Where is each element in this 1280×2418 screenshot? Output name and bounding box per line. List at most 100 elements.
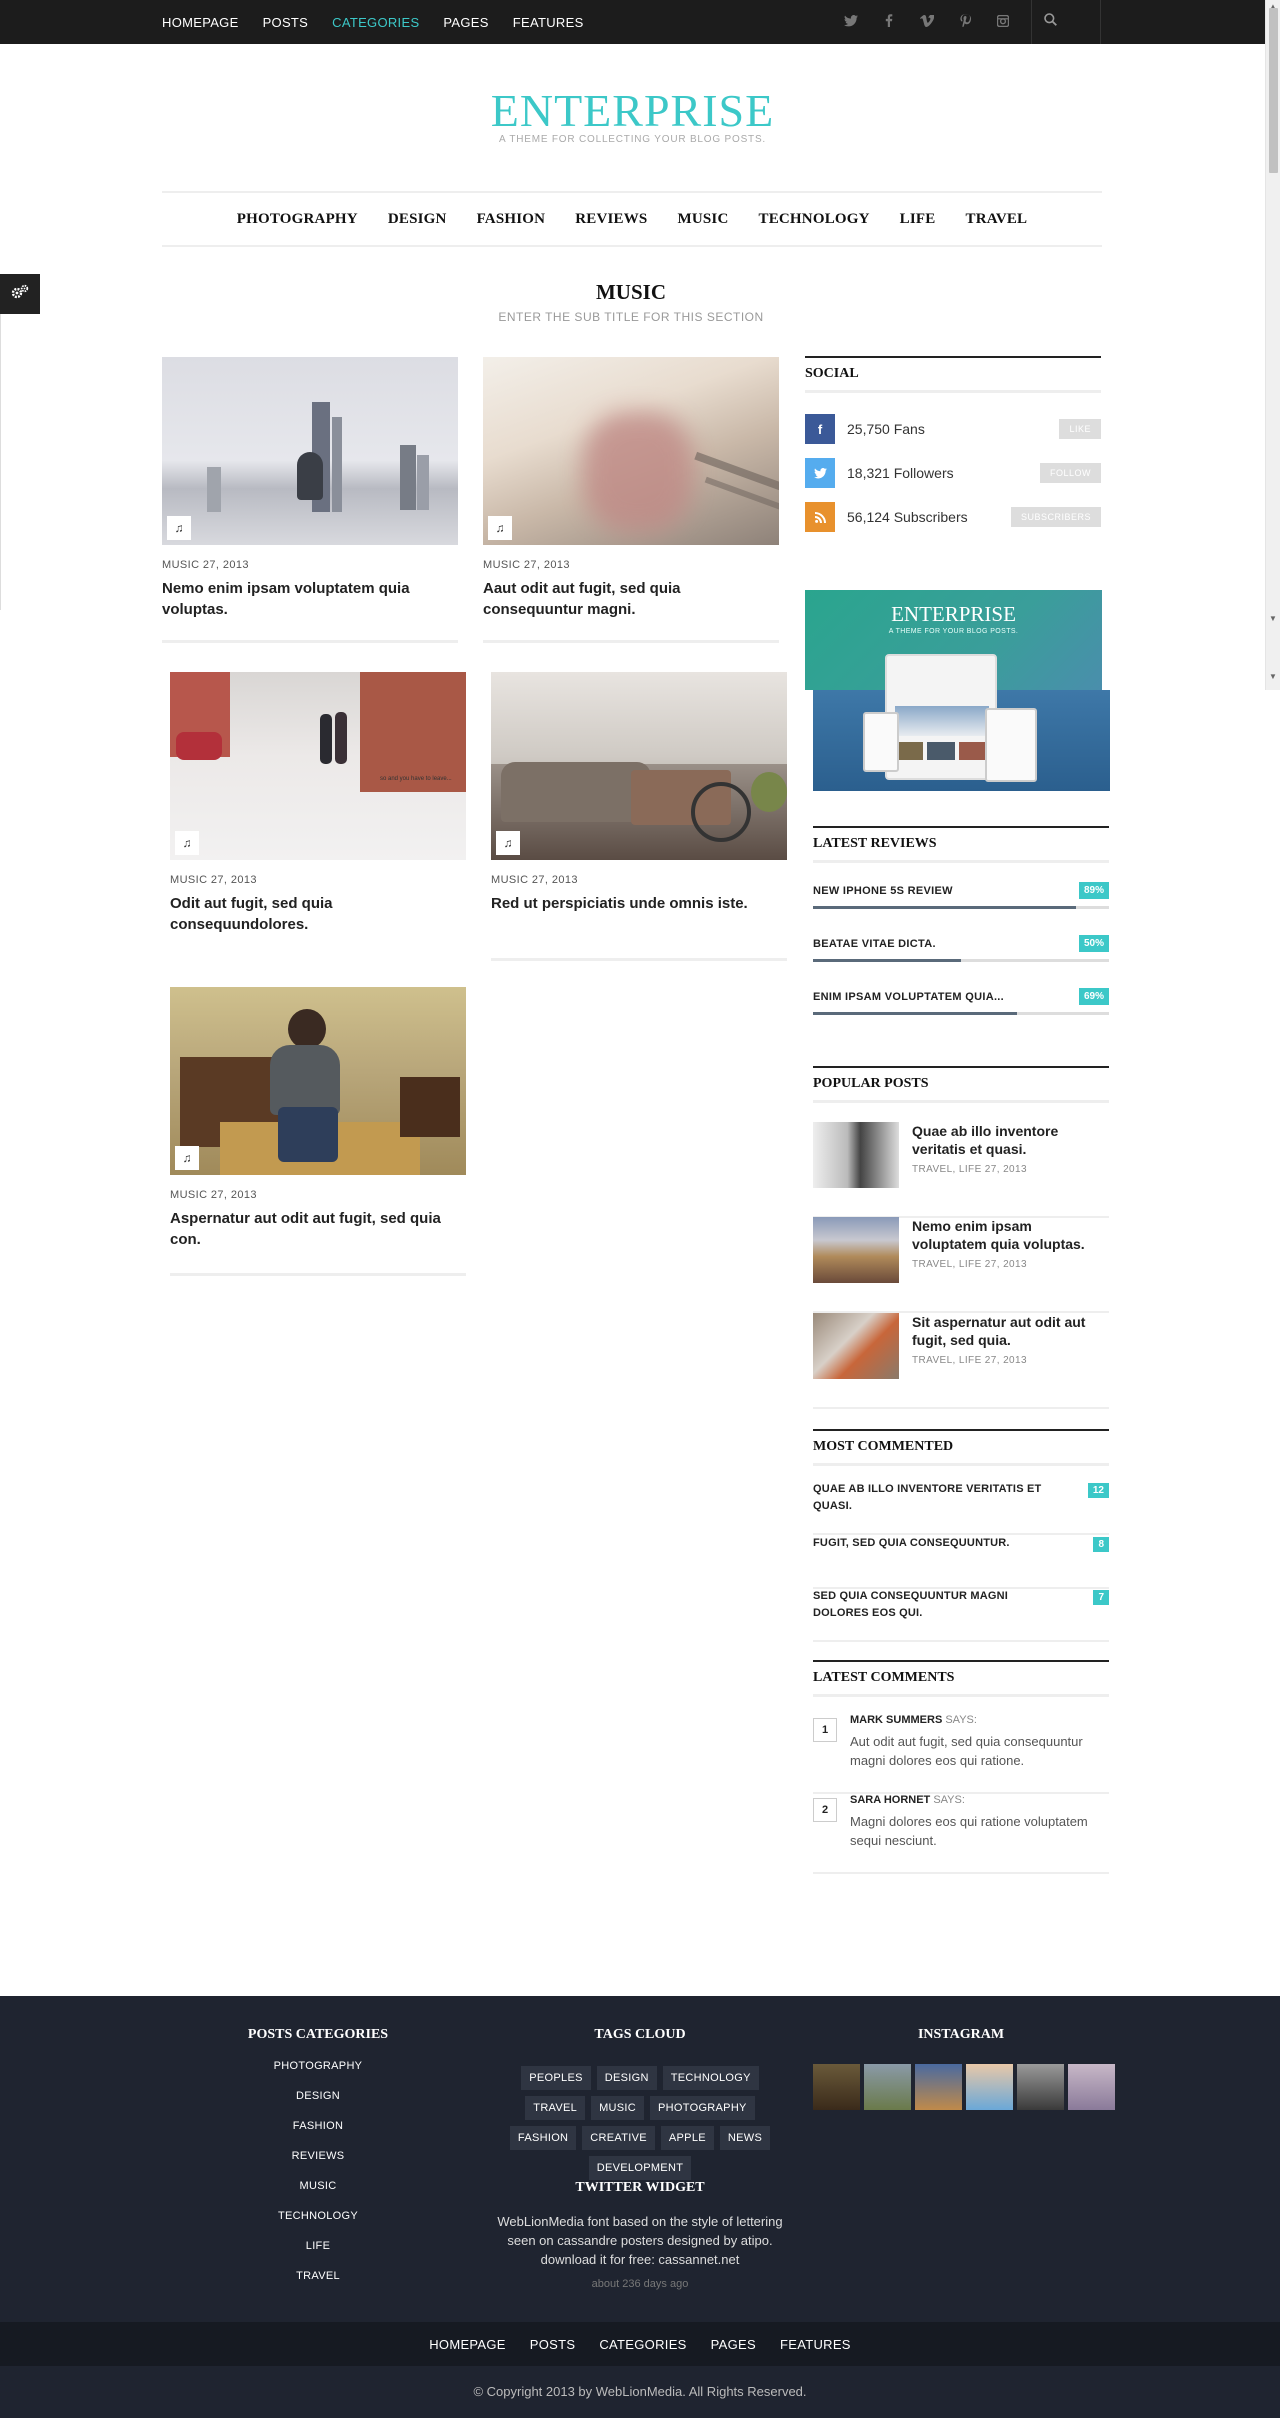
instagram-photo[interactable]: [1017, 2064, 1064, 2110]
post-image[interactable]: ♫: [491, 672, 787, 860]
scroll-down-arrow[interactable]: ▼: [1269, 614, 1277, 623]
tag-link[interactable]: PHOTOGRAPHY: [650, 2096, 755, 2120]
footer-nav-features[interactable]: FEATURES: [780, 2337, 851, 2352]
scroll-down-arrow-2[interactable]: ▼: [1269, 672, 1277, 681]
tag-link[interactable]: MUSIC: [591, 2096, 645, 2120]
post-image[interactable]: ♫: [162, 357, 458, 545]
footer-category-link[interactable]: DESIGN: [218, 2090, 418, 2102]
post-card[interactable]: ♫ MUSIC 27, 2013 Aspernatur aut odit aut…: [170, 987, 466, 1276]
subscribe-button[interactable]: SUBSCRIBERS: [1010, 507, 1101, 527]
nav-travel[interactable]: TRAVEL: [965, 211, 1027, 228]
footer-category-link[interactable]: PHOTOGRAPHY: [218, 2060, 418, 2072]
footer-category-link[interactable]: LIFE: [218, 2240, 418, 2252]
search-button[interactable]: [1031, 0, 1101, 44]
footer-nav-categories[interactable]: CATEGORIES: [599, 2337, 686, 2352]
rss-icon[interactable]: [805, 502, 835, 532]
site-logo[interactable]: ENTERPRISE: [0, 84, 1265, 137]
scrollbar[interactable]: ▲ ▼ ▼: [1265, 0, 1280, 690]
comment-author[interactable]: SARA HORNET SAYS:: [850, 1794, 965, 1806]
post-title[interactable]: Odit aut fugit, sed quia consequundolore…: [170, 893, 466, 935]
nav-technology[interactable]: TECHNOLOGY: [758, 211, 869, 228]
instagram-photo[interactable]: [966, 2064, 1013, 2110]
facebook-icon[interactable]: f: [805, 414, 835, 444]
footer-nav-posts[interactable]: POSTS: [530, 2337, 576, 2352]
popular-post[interactable]: Quae ab illo inventore veritatis et quas…: [813, 1122, 1109, 1218]
pinterest-icon[interactable]: [946, 14, 984, 30]
comment-text[interactable]: Aut odit aut fugit, sed quia consequuntu…: [850, 1732, 1108, 1770]
tag-link[interactable]: APPLE: [660, 2126, 714, 2150]
popular-post-thumb[interactable]: [813, 1313, 899, 1379]
topnav-homepage[interactable]: HOMEPAGE: [162, 15, 239, 30]
review-name[interactable]: BEATAE VITAE DICTA.: [813, 938, 1109, 950]
post-title[interactable]: Aaut odit aut fugit, sed quia consequunt…: [483, 578, 779, 620]
footer-category-link[interactable]: REVIEWS: [218, 2150, 418, 2162]
nav-fashion[interactable]: FASHION: [477, 211, 546, 228]
nav-life[interactable]: LIFE: [900, 211, 936, 228]
commented-title[interactable]: FUGIT, SED QUIA CONSEQUUNTUR.: [813, 1535, 1053, 1552]
tag-link[interactable]: TRAVEL: [525, 2096, 586, 2120]
commented-title[interactable]: QUAE AB ILLO INVENTORE VERITATIS ET QUAS…: [813, 1481, 1053, 1515]
settings-toggle[interactable]: [0, 274, 40, 314]
scroll-thumb[interactable]: [1269, 8, 1278, 173]
facebook-icon[interactable]: [870, 14, 908, 30]
commented-item[interactable]: FUGIT, SED QUIA CONSEQUUNTUR. 8: [813, 1535, 1109, 1589]
review-item[interactable]: BEATAE VITAE DICTA. 50%: [813, 935, 1109, 962]
commented-item[interactable]: SED QUIA CONSEQUUNTUR MAGNI DOLORES EOS …: [813, 1588, 1109, 1642]
post-card[interactable]: ♫ MUSIC 27, 2013 Red ut perspiciatis und…: [491, 672, 787, 961]
popular-post-thumb[interactable]: [813, 1122, 899, 1188]
tag-link[interactable]: DESIGN: [596, 2066, 657, 2090]
post-image[interactable]: so and you have to leave... ♫: [170, 672, 466, 860]
comment-item[interactable]: 1 MARK SUMMERS SAYS: Aut odit aut fugit,…: [813, 1714, 1109, 1794]
review-name[interactable]: NEW IPHONE 5S REVIEW: [813, 885, 1109, 897]
twitter-icon[interactable]: [832, 14, 870, 30]
like-button[interactable]: LIKE: [1059, 419, 1101, 439]
review-name[interactable]: ENIM IPSAM VOLUPTATEM QUIA...: [813, 991, 1109, 1003]
topnav-features[interactable]: FEATURES: [513, 15, 584, 30]
topnav-pages[interactable]: PAGES: [443, 15, 488, 30]
instagram-photo[interactable]: [813, 2064, 860, 2110]
follow-button[interactable]: FOLLOW: [1039, 463, 1101, 483]
nav-reviews[interactable]: REVIEWS: [575, 211, 647, 228]
ad-banner-bottom[interactable]: [813, 654, 1110, 791]
tweet-text[interactable]: WebLionMedia font based on the style of …: [490, 2212, 790, 2269]
review-item[interactable]: ENIM IPSAM VOLUPTATEM QUIA... 69%: [813, 988, 1109, 1015]
post-title[interactable]: Red ut perspiciatis unde omnis iste.: [491, 893, 787, 914]
tag-link[interactable]: DEVELOPMENT: [588, 2156, 692, 2180]
comment-author-name[interactable]: MARK SUMMERS: [850, 1714, 942, 1726]
post-title[interactable]: Nemo enim ipsam voluptatem quia voluptas…: [162, 578, 458, 620]
post-card[interactable]: so and you have to leave... ♫ MUSIC 27, …: [170, 672, 466, 935]
twitter-icon[interactable]: [805, 458, 835, 488]
footer-nav-pages[interactable]: PAGES: [711, 2337, 756, 2352]
topnav-posts[interactable]: POSTS: [263, 15, 309, 30]
popular-post-title[interactable]: Nemo enim ipsam voluptatem quia voluptas…: [912, 1217, 1108, 1253]
nav-music[interactable]: MUSIC: [677, 211, 728, 228]
footer-category-link[interactable]: FASHION: [218, 2120, 418, 2132]
tag-link[interactable]: TECHNOLOGY: [662, 2066, 759, 2090]
comment-text[interactable]: Magni dolores eos qui ratione voluptatem…: [850, 1812, 1108, 1850]
post-card[interactable]: ♫ MUSIC 27, 2013 Nemo enim ipsam volupta…: [162, 357, 458, 643]
post-card[interactable]: ♫ MUSIC 27, 2013 Aaut odit aut fugit, se…: [483, 357, 779, 643]
popular-post-title[interactable]: Sit aspernatur aut odit aut fugit, sed q…: [912, 1313, 1108, 1349]
nav-photography[interactable]: PHOTOGRAPHY: [237, 211, 358, 228]
post-image[interactable]: ♫: [170, 987, 466, 1175]
comment-item[interactable]: 2 SARA HORNET SAYS: Magni dolores eos qu…: [813, 1794, 1109, 1874]
instagram-icon[interactable]: [984, 14, 1022, 30]
review-item[interactable]: NEW IPHONE 5S REVIEW 89%: [813, 882, 1109, 909]
comment-author-name[interactable]: SARA HORNET: [850, 1794, 930, 1806]
topnav-categories[interactable]: CATEGORIES: [332, 15, 419, 30]
footer-category-link[interactable]: TECHNOLOGY: [218, 2210, 418, 2222]
footer-category-link[interactable]: MUSIC: [218, 2180, 418, 2192]
vimeo-icon[interactable]: [908, 13, 946, 30]
footer-category-link[interactable]: TRAVEL: [218, 2270, 418, 2282]
tag-link[interactable]: PEOPLES: [521, 2066, 591, 2090]
footer-nav-homepage[interactable]: HOMEPAGE: [429, 2337, 506, 2352]
popular-post-thumb[interactable]: [813, 1217, 899, 1283]
commented-title[interactable]: SED QUIA CONSEQUUNTUR MAGNI DOLORES EOS …: [813, 1588, 1053, 1622]
commented-item[interactable]: QUAE AB ILLO INVENTORE VERITATIS ET QUAS…: [813, 1481, 1109, 1535]
instagram-photo[interactable]: [1068, 2064, 1115, 2110]
comment-author[interactable]: MARK SUMMERS SAYS:: [850, 1714, 977, 1726]
instagram-photo[interactable]: [864, 2064, 911, 2110]
popular-post[interactable]: Nemo enim ipsam voluptatem quia voluptas…: [813, 1217, 1109, 1313]
popular-post-title[interactable]: Quae ab illo inventore veritatis et quas…: [912, 1122, 1108, 1158]
post-image[interactable]: ♫: [483, 357, 779, 545]
